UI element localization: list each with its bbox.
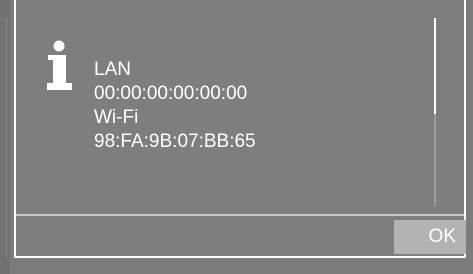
screen: LAN 00:00:00:00:00:00 Wi-Fi 98:FA:9B:07:… [0,0,473,274]
scrollbar[interactable] [434,18,436,206]
network-info: LAN 00:00:00:00:00:00 Wi-Fi 98:FA:9B:07:… [94,58,256,154]
lan-mac-address: 00:00:00:00:00:00 [94,83,248,104]
wifi-mac-address: 98:FA:9B:07:BB:65 [94,131,256,152]
scrollbar-thumb[interactable] [434,18,436,114]
lan-label: LAN [94,59,131,80]
dialog-divider [16,214,464,216]
ok-button[interactable]: OK [394,220,466,254]
info-icon [47,40,72,90]
background-panel [0,0,10,274]
info-dialog: LAN 00:00:00:00:00:00 Wi-Fi 98:FA:9B:07:… [14,0,466,258]
background-divider [6,18,7,258]
wifi-label: Wi-Fi [94,107,139,128]
